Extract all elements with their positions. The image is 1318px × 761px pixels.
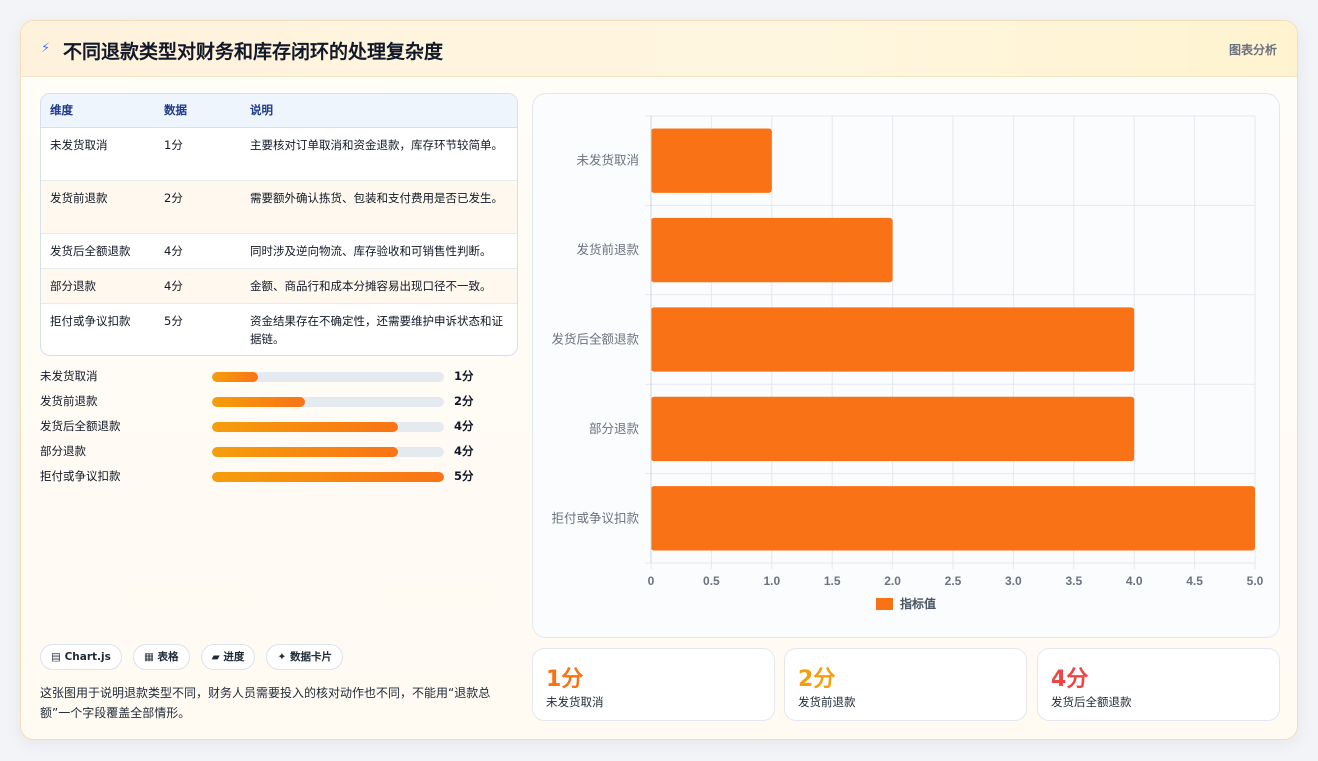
table-row: 部分退款 4分 金额、商品行和成本分摊容易出现口径不一致。 <box>41 268 517 304</box>
progress-label: 发货后全额退款 <box>40 419 121 433</box>
category-label: 发货前退款 <box>576 242 639 257</box>
chip-table[interactable]: ▦ 表格 <box>132 644 190 670</box>
table-header-data: 数据 <box>155 94 241 128</box>
category-label: 拒付或争议扣款 <box>551 510 639 525</box>
progress-row: 未发货取消 1分 <box>40 365 518 390</box>
table-cell: 未发货取消 <box>41 127 155 181</box>
x-tick-label: 3.0 <box>1005 574 1022 588</box>
chip-data-card[interactable]: ✦ 数据卡片 <box>266 644 343 670</box>
chip-chartjs[interactable]: ▤ Chart.js <box>40 644 122 670</box>
kpi-value: 2分 <box>798 667 836 692</box>
table-header-dimension: 维度 <box>41 94 155 128</box>
kpi-card: 2分 发货前退款 <box>784 648 1027 721</box>
progress-track <box>212 397 444 407</box>
progress-value: 5分 <box>454 469 474 483</box>
x-tick-label: 2.5 <box>945 574 962 588</box>
progress-fill <box>212 372 259 382</box>
category-label: 部分退款 <box>589 421 640 436</box>
table-cell: 2分 <box>155 180 241 234</box>
table-row: 发货前退款 2分 需要额外确认拣货、包装和支付费用是否已发生。 <box>41 180 517 234</box>
x-tick-label: 1.5 <box>824 574 841 588</box>
progress-value: 1分 <box>454 369 474 383</box>
x-tick-label: 2.0 <box>884 574 901 588</box>
progress-label: 未发货取消 <box>40 369 98 383</box>
table-cell: 发货后全额退款 <box>41 233 155 269</box>
bar <box>651 396 1135 462</box>
progress-track <box>212 447 444 457</box>
bar <box>651 128 772 193</box>
category-label: 发货后全额退款 <box>551 332 639 347</box>
progress-fill <box>212 397 305 407</box>
tech-chips: ▤ Chart.js ▦ 表格 ▰ 进度 ✦ 数据卡片 <box>40 644 349 670</box>
table-cell: 4分 <box>155 268 241 304</box>
bar <box>651 217 893 283</box>
bar <box>651 486 1255 551</box>
progress-fill <box>212 422 398 432</box>
table-cell: 拒付或争议扣款 <box>50 313 131 328</box>
bar-chart: 0 0.5 1.0 1.5 2.0 2.5 3.0 3.5 4.0 4.5 5.0 未发货取消发货前退… <box>551 115 1264 611</box>
chart-note: 这张图用于说明退款类型不同，财务人员需要投入的核对动作也不同，不能用“退款总额”… <box>40 686 491 720</box>
progress-value: 2分 <box>454 394 474 408</box>
x-tick-label: 0 <box>648 574 655 588</box>
x-tick-label: 4.5 <box>1186 574 1203 588</box>
progress-row: 拒付或争议扣款 5分 <box>40 465 518 490</box>
progress-label: 发货前退款 <box>40 394 98 408</box>
table-cell: 4分 <box>155 233 241 269</box>
progress-track <box>212 422 444 432</box>
progress-row: 发货后全额退款 4分 <box>40 415 518 440</box>
kpi-cards: 1分 未发货取消 2分 发货前退款 4分 发货后全额退款 <box>532 648 1280 721</box>
main-card: ⚡ 不同退款类型对财务和库存闭环的处理复杂度 图表分析 维度 数据 说明 未发货… <box>20 20 1298 740</box>
table-row: 发货后全额退款 4分 同时涉及逆向物流、库存验收和可销售性判断。 <box>41 233 517 269</box>
x-tick-label: 1.0 <box>763 574 780 588</box>
table-cell: 发货前退款 <box>41 180 155 234</box>
progress-track <box>212 472 444 482</box>
kpi-card: 1分 未发货取消 <box>532 648 775 721</box>
bar <box>651 307 1135 372</box>
progress-value: 4分 <box>454 419 474 433</box>
kpi-label: 发货前退款 <box>798 695 856 709</box>
progress-fill <box>212 472 444 482</box>
progress-label: 拒付或争议扣款 <box>40 469 121 483</box>
table-cell: 主要核对订单取消和资金退款，库存环节较简单。 <box>241 127 517 181</box>
table-row: 未发货取消 1分 主要核对订单取消和资金退款，库存环节较简单。 <box>41 127 517 181</box>
progress-value: 4分 <box>454 444 474 458</box>
legend-swatch <box>876 598 893 610</box>
header-tag: 图表分析 <box>1228 43 1277 57</box>
table-cell: 1分 <box>155 127 241 181</box>
table-row: 拒付或争议扣款 5分 资金结果存在不确定性，还需要维护申诉状态和证据链。 <box>41 303 517 355</box>
progress-track <box>212 372 444 382</box>
x-tick-label: 5.0 <box>1247 574 1264 588</box>
kpi-label: 发货后全额退款 <box>1051 695 1132 709</box>
page-title: 不同退款类型对财务和库存闭环的处理复杂度 <box>63 41 444 63</box>
kpi-value: 1分 <box>546 667 584 692</box>
chip-progress[interactable]: ▰ 进度 <box>200 644 256 670</box>
table-cell: 部分退款 <box>41 268 155 304</box>
progress-row: 部分退款 4分 <box>40 440 518 465</box>
table-cell: 需要额外确认拣货、包装和支付费用是否已发生。 <box>241 180 517 234</box>
table-cell: 同时涉及逆向物流、库存验收和可销售性判断。 <box>241 233 517 269</box>
header: ⚡ 不同退款类型对财务和库存闭环的处理复杂度 图表分析 <box>21 21 1297 77</box>
legend-label: 指标值 <box>900 596 936 611</box>
kpi-value: 4分 <box>1051 667 1089 692</box>
progress-list: 未发货取消 1分 发货前退款 2分 发货后全额退款 4分 部分退款 4分 拒付或… <box>40 365 518 490</box>
category-label: 未发货取消 <box>576 153 639 168</box>
x-tick-label: 3.5 <box>1065 574 1082 588</box>
progress-label: 部分退款 <box>40 444 86 458</box>
kpi-card: 4分 发货后全额退款 <box>1037 648 1280 721</box>
x-tick-label: 0.5 <box>703 574 720 588</box>
kpi-label: 未发货取消 <box>546 695 604 709</box>
progress-fill <box>212 447 398 457</box>
table-header-description: 说明 <box>241 94 517 128</box>
chart-panel: 0 0.5 1.0 1.5 2.0 2.5 3.0 3.5 4.0 4.5 5.0 未发货取消发货前退… <box>532 93 1280 638</box>
table-cell: 资金结果存在不确定性，还需要维护申诉状态和证据链。 <box>250 313 503 346</box>
table-cell: 5分 <box>164 313 183 328</box>
bolt-icon: ⚡ <box>41 41 51 56</box>
table-cell: 金额、商品行和成本分摊容易出现口径不一致。 <box>241 268 517 304</box>
x-tick-label: 4.0 <box>1126 574 1143 588</box>
progress-row: 发货前退款 2分 <box>40 390 518 415</box>
data-table: 维度 数据 说明 未发货取消 1分 主要核对订单取消和资金退款，库存环节较简单。… <box>40 93 518 356</box>
table-header-row: 维度 数据 说明 <box>41 94 517 128</box>
